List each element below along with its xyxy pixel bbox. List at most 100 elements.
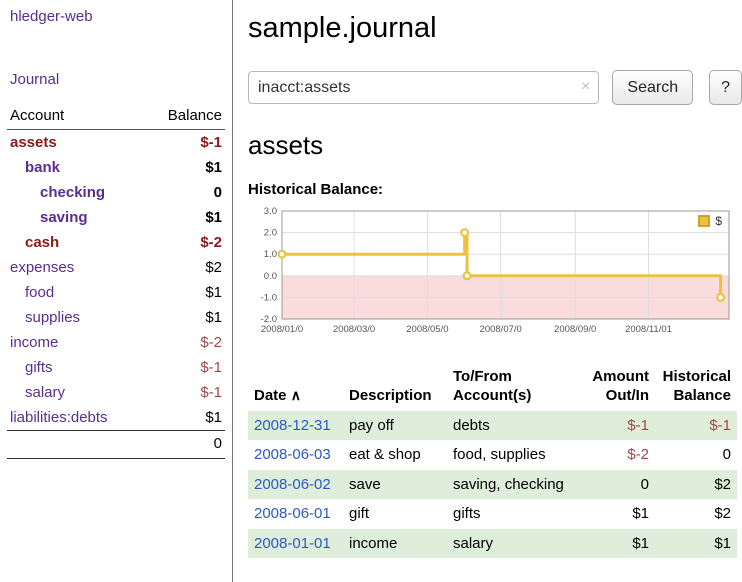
- account-link[interactable]: liabilities:debts: [10, 409, 108, 426]
- account-balance: $1: [145, 155, 225, 180]
- register-col-description: Description: [343, 365, 447, 411]
- account-balance: $-2: [145, 230, 225, 255]
- account-row: liabilities:debts $1: [7, 405, 225, 431]
- transaction-balance: 0: [655, 440, 737, 470]
- search-box: ×: [248, 71, 599, 104]
- svg-text:2008/09/0: 2008/09/0: [554, 324, 596, 335]
- account-balance: $2: [145, 255, 225, 280]
- transaction-description: gift: [343, 499, 447, 529]
- transaction-date-link[interactable]: 2008-06-02: [254, 476, 331, 493]
- account-row: assets $-1: [7, 130, 225, 156]
- account-balance: 0: [145, 180, 225, 205]
- account-link[interactable]: saving: [40, 209, 88, 226]
- transaction-date-link[interactable]: 2008-06-03: [254, 446, 331, 463]
- account-balance: $1: [145, 305, 225, 330]
- account-balance: $1: [145, 405, 225, 431]
- account-row: cash $-2: [7, 230, 225, 255]
- account-link[interactable]: supplies: [25, 309, 80, 326]
- svg-text:3.0: 3.0: [264, 206, 277, 217]
- account-link[interactable]: checking: [40, 184, 105, 201]
- transaction-balance: $1: [655, 529, 737, 559]
- svg-text:2008/03/0: 2008/03/0: [333, 324, 375, 335]
- transaction-description: income: [343, 529, 447, 559]
- svg-text:2008/05/0: 2008/05/0: [406, 324, 448, 335]
- search-input[interactable]: [248, 71, 599, 104]
- account-balance: $-2: [145, 330, 225, 355]
- accounts-header-row: Account Balance: [7, 104, 225, 130]
- register-row: 2008-06-01 giftgifts$1$2: [248, 499, 737, 529]
- transaction-accounts: salary: [447, 529, 577, 559]
- main-content: sample.journal × Search ? assets Histori…: [248, 0, 742, 558]
- accounts-table: Account Balance assets $-1 bank $1 checking 0…: [7, 104, 225, 459]
- transaction-amount: $1: [577, 499, 655, 529]
- transaction-accounts: gifts: [447, 499, 577, 529]
- legend-swatch-icon: [698, 215, 710, 227]
- account-balance: $1: [145, 205, 225, 230]
- transaction-amount: $1: [577, 529, 655, 559]
- account-row: income $-2: [7, 330, 225, 355]
- transaction-accounts: food, supplies: [447, 440, 577, 470]
- account-balance: $1: [145, 280, 225, 305]
- transaction-date-link[interactable]: 2008-12-31: [254, 417, 331, 434]
- account-link[interactable]: income: [10, 334, 58, 351]
- account-row: bank $1: [7, 155, 225, 180]
- register-row: 2008-12-31pay offdebts$-1$-1: [248, 411, 737, 441]
- accounts-total-row: 0: [7, 431, 225, 459]
- journal-link[interactable]: Journal: [10, 71, 232, 88]
- accounts-col-account: Account: [7, 104, 145, 130]
- balance-chart-svg: 3.02.01.00.0-1.0-2.02008/01/02008/03/020…: [248, 205, 737, 345]
- account-balance: $-1: [145, 130, 225, 156]
- account-link[interactable]: assets: [10, 134, 57, 151]
- svg-text:0.0: 0.0: [264, 271, 277, 282]
- svg-text:-1.0: -1.0: [261, 292, 277, 303]
- account-link[interactable]: salary: [25, 384, 65, 401]
- transaction-description: eat & shop: [343, 440, 447, 470]
- register-col-date[interactable]: Date ∧: [248, 365, 343, 411]
- transaction-balance: $2: [655, 470, 737, 500]
- transaction-description: save: [343, 470, 447, 500]
- app-title-link[interactable]: hledger-web: [10, 8, 232, 25]
- search-button[interactable]: Search: [612, 70, 693, 105]
- account-row: checking 0: [7, 180, 225, 205]
- sidebar: hledger-web Journal Account Balance asse…: [0, 0, 233, 582]
- page-title: sample.journal: [248, 12, 742, 45]
- svg-text:2008/11/01: 2008/11/01: [625, 324, 672, 335]
- transaction-amount: 0: [577, 470, 655, 500]
- account-link[interactable]: gifts: [25, 359, 53, 376]
- account-row: salary $-1: [7, 380, 225, 405]
- account-link[interactable]: food: [25, 284, 54, 301]
- register-col-balance: Historical Balance: [655, 365, 737, 411]
- accounts-body: assets$-1bank$1checking0saving$1cash$-2e…: [7, 130, 225, 431]
- register-row: 2008-01-01incomesalary$1$1: [248, 529, 737, 559]
- account-row: saving $1: [7, 205, 225, 230]
- legend-label: $: [715, 214, 722, 228]
- account-link[interactable]: expenses: [10, 259, 74, 276]
- transaction-balance: $2: [655, 499, 737, 529]
- account-row: gifts $-1: [7, 355, 225, 380]
- clear-search-icon[interactable]: ×: [581, 78, 590, 96]
- account-row: supplies $1: [7, 305, 225, 330]
- register-body: 2008-12-31pay offdebts$-1$-1 2008-06-03 ea…: [248, 411, 737, 559]
- account-link[interactable]: bank: [25, 159, 60, 176]
- transaction-accounts: debts: [447, 411, 577, 441]
- register-table: Date ∧ Description To/From Account(s) Am…: [248, 365, 737, 558]
- account-link[interactable]: cash: [25, 234, 59, 251]
- account-row: expenses $2: [7, 255, 225, 280]
- search-row: × Search ?: [248, 70, 742, 105]
- register-header-row: Date ∧ Description To/From Account(s) Am…: [248, 365, 737, 411]
- svg-text:1.0: 1.0: [264, 249, 277, 260]
- accounts-total-value: 0: [145, 431, 225, 459]
- register-row: 2008-06-03 eat & shopfood, supplies$-20: [248, 440, 737, 470]
- transaction-amount: $-2: [577, 440, 655, 470]
- account-balance: $-1: [145, 380, 225, 405]
- help-button[interactable]: ?: [709, 70, 742, 105]
- chart-legend: $: [695, 213, 725, 229]
- register-col-accounts: To/From Account(s): [447, 365, 577, 411]
- balance-chart: 3.02.01.00.0-1.0-2.02008/01/02008/03/020…: [248, 205, 737, 345]
- transaction-date-link[interactable]: 2008-01-01: [254, 535, 331, 552]
- register-row: 2008-06-02savesaving, checking0$2: [248, 470, 737, 500]
- transaction-date-link[interactable]: 2008-06-01: [254, 505, 331, 522]
- chart-label: Historical Balance:: [248, 181, 742, 198]
- svg-text:2.0: 2.0: [264, 228, 277, 239]
- account-balance: $-1: [145, 355, 225, 380]
